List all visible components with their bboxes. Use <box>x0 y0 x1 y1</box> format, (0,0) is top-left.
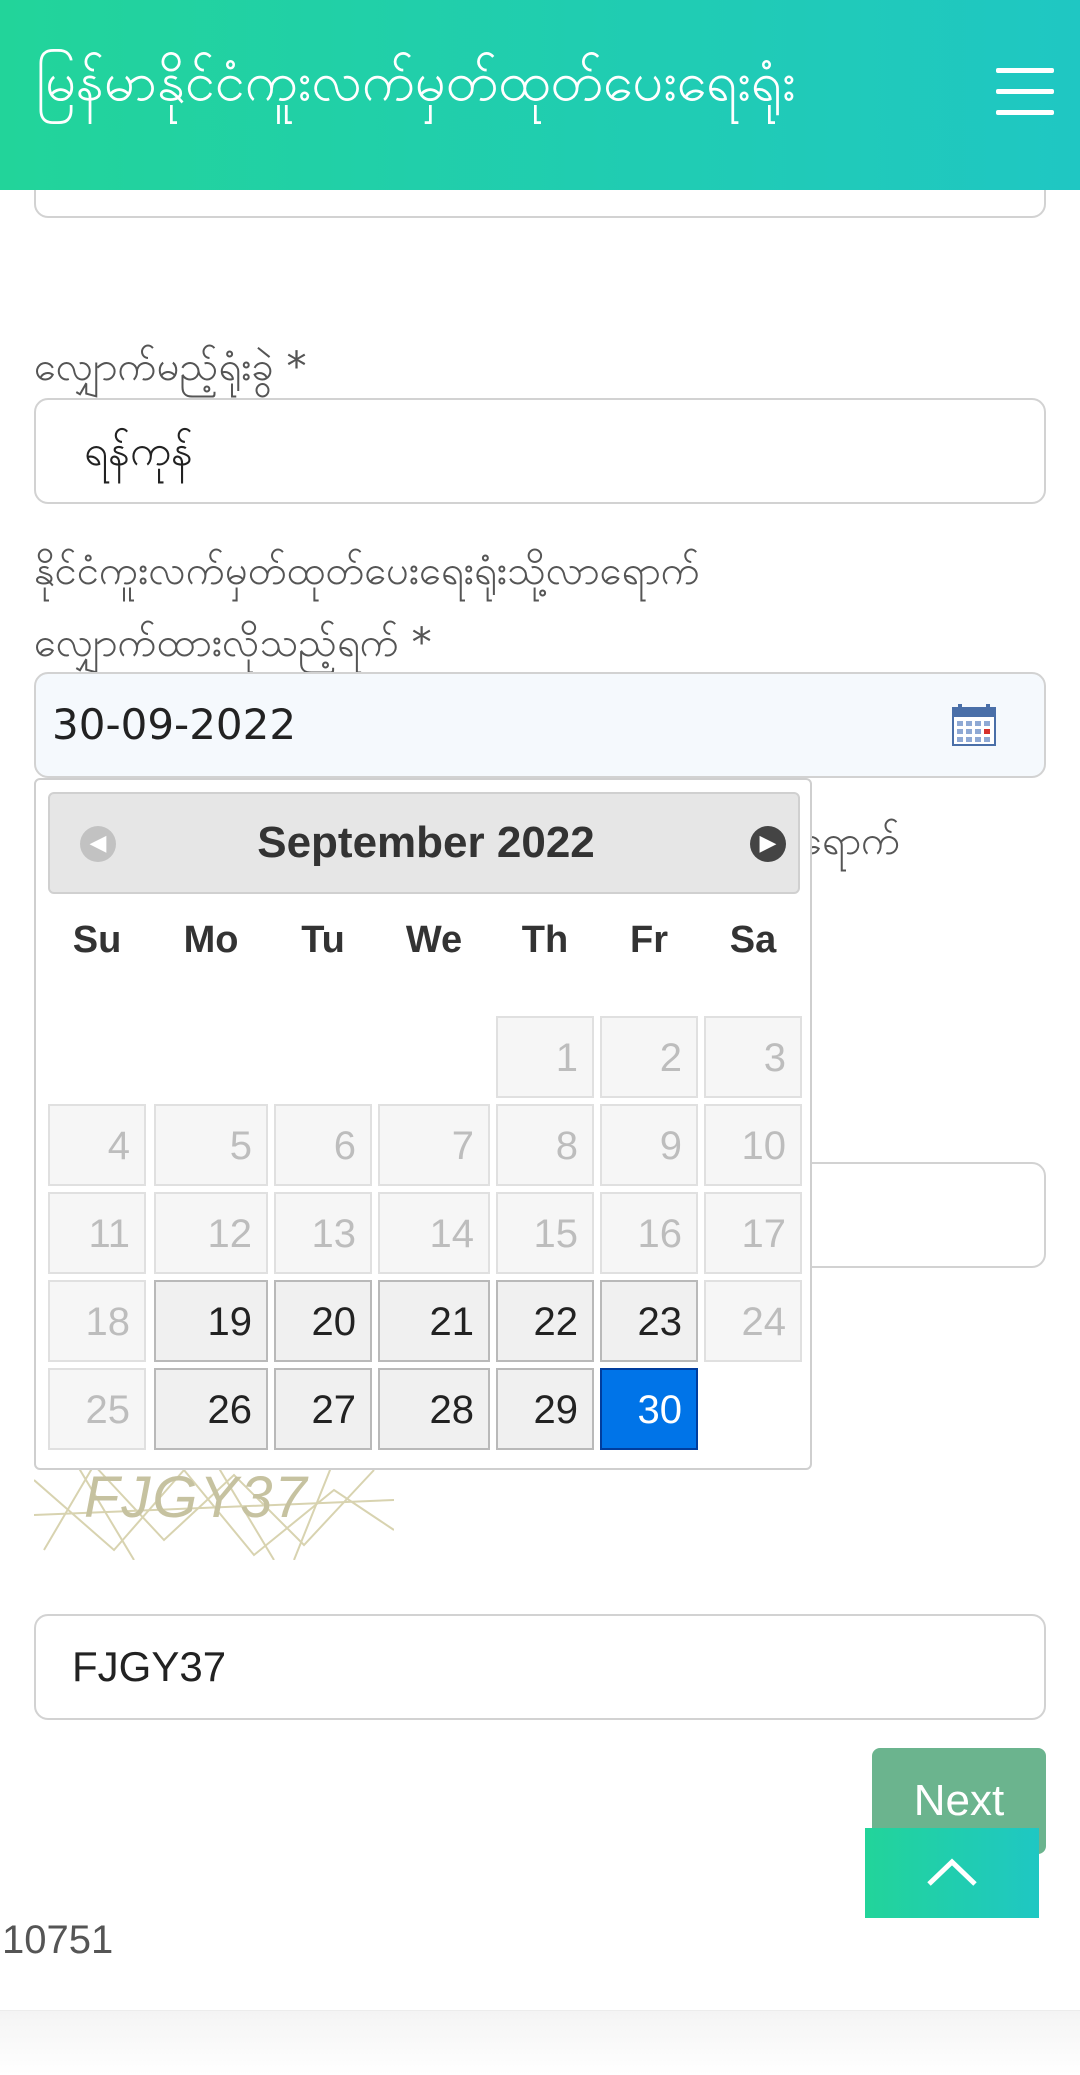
day-cell-4: 4 <box>48 1104 146 1186</box>
scroll-to-top-button[interactable] <box>865 1828 1039 1918</box>
day-cell-11: 11 <box>48 1192 146 1274</box>
day-cell-1: 1 <box>496 1016 594 1098</box>
next-month-icon[interactable]: ▶ <box>750 826 786 862</box>
date-label-line2: လျှောက်ထားလိုသည့်ရက် * <box>34 620 432 666</box>
footer-code: 10751 <box>2 1918 114 1962</box>
datepicker-popup: September 2022 ◀ ▶ Su Mo Tu We Th Fr Sa 123456… <box>34 778 812 1470</box>
weekday-mo: Mo <box>183 919 239 961</box>
day-cell-23[interactable]: 23 <box>600 1280 698 1362</box>
day-cell-20[interactable]: 20 <box>274 1280 372 1362</box>
captcha-image: FJGY37 <box>33 1459 395 1561</box>
office-label: လျှောက်မည့်ရုံးခွဲ * <box>34 344 307 390</box>
day-cell-17: 17 <box>704 1192 802 1274</box>
prev-month-icon[interactable]: ◀ <box>80 826 116 862</box>
date-input[interactable]: 30-09-2022 <box>34 672 1046 778</box>
day-cell-18: 18 <box>48 1280 146 1362</box>
bottom-bar <box>0 2010 1080 2075</box>
day-cell-25: 25 <box>48 1368 146 1450</box>
chevron-up-icon <box>927 1858 977 1886</box>
day-cell-9: 9 <box>600 1104 698 1186</box>
weekday-sa: Sa <box>729 919 777 961</box>
weekday-fr: Fr <box>630 919 668 961</box>
day-cell-15: 15 <box>496 1192 594 1274</box>
day-cell-26[interactable]: 26 <box>154 1368 268 1450</box>
app-header: မြန်မာနိုင်ငံကူးလက်မှတ်ထုတ်ပေးရေးရုံး <box>0 0 1080 190</box>
day-cell-14: 14 <box>378 1192 490 1274</box>
hamburger-menu-icon[interactable] <box>996 62 1054 120</box>
day-cell-6: 6 <box>274 1104 372 1186</box>
day-cell-29[interactable]: 29 <box>496 1368 594 1450</box>
day-cell-24: 24 <box>704 1280 802 1362</box>
day-cell-12: 12 <box>154 1192 268 1274</box>
day-cell-13: 13 <box>274 1192 372 1274</box>
day-cell-16: 16 <box>600 1192 698 1274</box>
day-cell-28[interactable]: 28 <box>378 1368 490 1450</box>
day-cell-2: 2 <box>600 1016 698 1098</box>
hidden-label-peek: ရောက် <box>800 818 901 864</box>
month-year-title: September 2022 <box>257 818 595 867</box>
day-cell-7: 7 <box>378 1104 490 1186</box>
captcha-text: FJGY37 <box>84 1465 309 1530</box>
day-cell-3: 3 <box>704 1016 802 1098</box>
site-title[interactable]: မြန်မာနိုင်ငံကူးလက်မှတ်ထုတ်ပေးရေးရုံး <box>36 32 796 132</box>
captcha-input[interactable]: FJGY37 <box>34 1614 1046 1720</box>
weekday-tu: Tu <box>301 919 345 961</box>
weekday-su: Su <box>72 919 122 961</box>
weekday-we: We <box>405 919 463 961</box>
day-cell-22[interactable]: 22 <box>496 1280 594 1362</box>
date-label-line1: နိုင်ငံကူးလက်မှတ်ထုတ်ပေးရေးရုံးသို့လာရော… <box>34 548 700 594</box>
datepicker-header: September 2022 ◀ ▶ <box>48 792 800 894</box>
day-cell-10: 10 <box>704 1104 802 1186</box>
day-cell-8: 8 <box>496 1104 594 1186</box>
day-cell-27[interactable]: 27 <box>274 1368 372 1450</box>
office-select[interactable]: ရန်ကုန် <box>34 398 1046 504</box>
day-cell-21[interactable]: 21 <box>378 1280 490 1362</box>
weekday-th: Th <box>521 919 569 961</box>
day-cell-5: 5 <box>154 1104 268 1186</box>
day-cell-19[interactable]: 19 <box>154 1280 268 1362</box>
day-cell-30[interactable]: 30 <box>600 1368 698 1450</box>
calendar-icon[interactable] <box>952 704 996 746</box>
date-value: 30-09-2022 <box>52 700 297 749</box>
